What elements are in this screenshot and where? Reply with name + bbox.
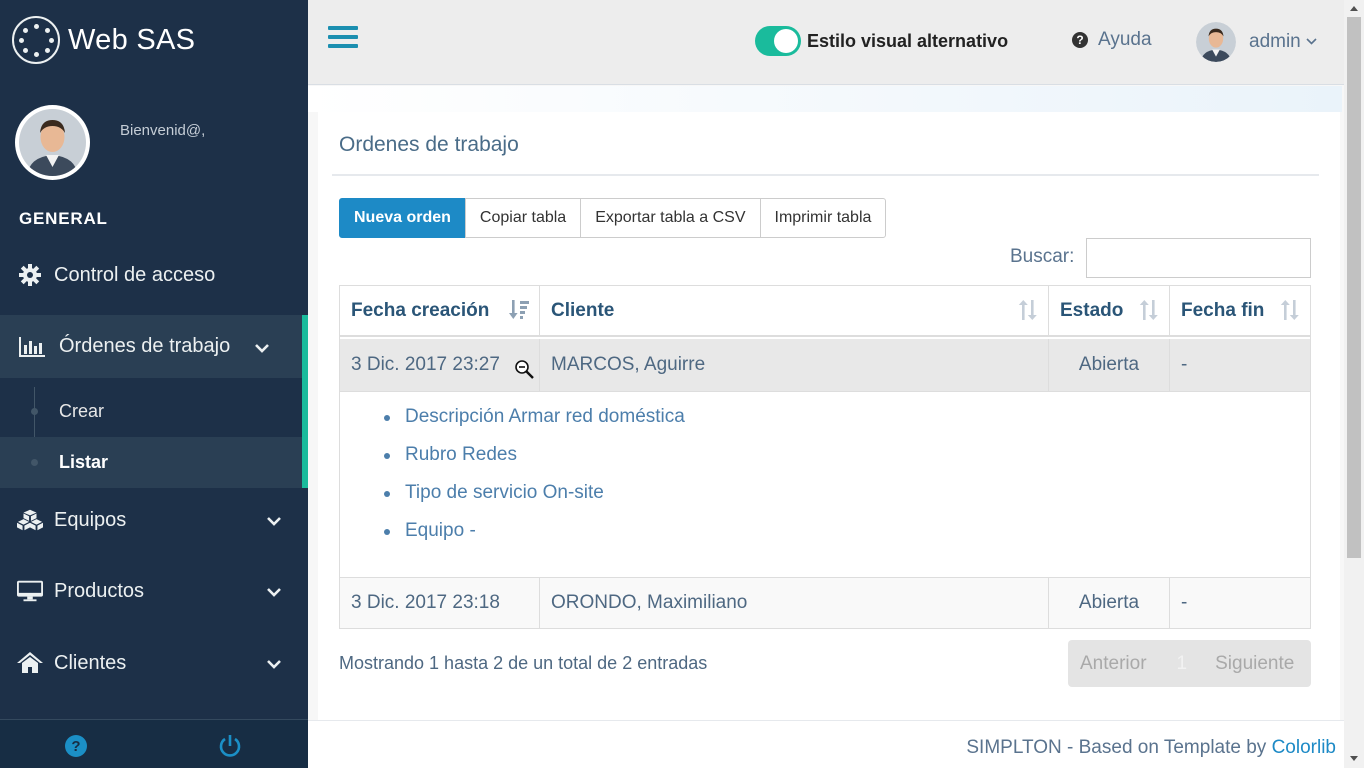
visual-style-toggle[interactable]: Estilo visual alternativo	[755, 26, 1008, 56]
desktop-icon	[17, 580, 43, 602]
page-scrollbar[interactable]	[1344, 0, 1364, 768]
user-menu[interactable]: admin	[1196, 22, 1317, 62]
cell-estado: Abierta	[1049, 339, 1170, 391]
submenu-item-label: Listar	[59, 452, 109, 472]
sidebar-item-clientes[interactable]: Clientes	[0, 642, 308, 684]
table-toolbar: Nueva orden Copiar tabla Exportar tabla …	[339, 198, 887, 238]
avatar	[1196, 22, 1236, 62]
power-icon[interactable]	[218, 734, 242, 758]
content-panel: Ordenes de trabajo Nueva orden Copiar ta…	[318, 112, 1340, 720]
header-banner	[308, 86, 1342, 112]
detail-item: Equipo -	[384, 520, 685, 558]
cell-fecha-fin: -	[1181, 592, 1188, 613]
sidebar-footer: ?	[0, 719, 308, 768]
sort-icon	[1139, 300, 1159, 326]
detail-item: Descripción Armar red doméstica	[384, 406, 685, 444]
user-name: admin	[1249, 31, 1301, 52]
toggle-switch[interactable]	[755, 26, 801, 56]
chevron-down-icon	[266, 583, 282, 606]
column-header-fecha-creacion[interactable]: Fecha creación	[340, 286, 540, 335]
sort-desc-icon	[509, 300, 529, 326]
cubes-icon	[17, 509, 43, 531]
page-footer: SIMPLTON - Based on Template by Colorlib	[308, 720, 1344, 768]
search-input[interactable]	[1086, 238, 1311, 278]
sidebar-item-ordenes-de-trabajo[interactable]: Órdenes de trabajo	[0, 315, 308, 378]
avatar	[15, 105, 90, 180]
brand[interactable]: Web SAS	[12, 16, 196, 64]
column-header-fecha-fin[interactable]: Fecha fin	[1170, 286, 1310, 335]
page-title: Ordenes de trabajo	[339, 133, 519, 156]
page-number-button[interactable]: 1	[1177, 653, 1188, 675]
export-csv-button[interactable]: Exportar tabla a CSV	[580, 198, 761, 238]
sidebar-item-label: Control de acceso	[54, 263, 216, 286]
cell-fecha-creacion: 3 Dic. 2017 23:18	[340, 578, 540, 628]
new-order-button[interactable]: Nueva orden	[339, 198, 466, 238]
scrollbar-thumb[interactable]	[1347, 17, 1361, 558]
sidebar-item-control-acceso[interactable]: Control de acceso	[0, 254, 308, 296]
help-link[interactable]: ? Ayuda	[1072, 29, 1152, 51]
detail-list: Descripción Armar red doméstica Rubro Re…	[384, 406, 685, 558]
scroll-up-icon[interactable]	[1350, 6, 1358, 11]
scroll-down-icon[interactable]	[1350, 756, 1358, 761]
submenu-item-crear[interactable]: Crear	[0, 386, 302, 437]
sidebar-item-label: Equipos	[54, 508, 127, 531]
copy-table-button[interactable]: Copiar tabla	[464, 198, 582, 238]
search-label: Buscar:	[1010, 246, 1075, 267]
cell-estado: Abierta	[1049, 578, 1170, 628]
column-header-estado[interactable]: Estado	[1049, 286, 1170, 335]
print-table-button[interactable]: Imprimir tabla	[759, 198, 887, 238]
sort-icon	[1018, 300, 1038, 326]
chevron-down-icon	[266, 512, 282, 535]
cell-fecha-fin: -	[1181, 354, 1188, 375]
bar-chart-icon	[19, 336, 45, 358]
table-info: Mostrando 1 hasta 2 de un total de 2 ent…	[339, 653, 708, 673]
detail-item: Tipo de servicio On-site	[384, 482, 685, 520]
zoom-out-icon[interactable]	[514, 359, 536, 387]
sidebar-item-equipos[interactable]: Equipos	[0, 499, 308, 541]
table-row[interactable]: 3 Dic. 2017 23:18 ORONDO, Maximiliano Ab…	[340, 578, 1310, 628]
pagination: Anterior 1 Siguiente	[1068, 640, 1311, 687]
chevron-down-icon	[266, 655, 282, 678]
chevron-down-icon	[1306, 31, 1317, 53]
help-label: Ayuda	[1098, 29, 1152, 50]
submenu-item-label: Crear	[59, 401, 105, 421]
brand-logo-icon	[12, 16, 60, 64]
previous-page-button[interactable]: Anterior	[1080, 653, 1147, 675]
section-title: GENERAL	[19, 209, 108, 228]
svg-text:?: ?	[71, 738, 80, 755]
sidebar-item-label: Clientes	[54, 651, 127, 674]
cell-cliente: ORONDO, Maximiliano	[540, 578, 1049, 628]
sidebar-item-label: Órdenes de trabajo	[59, 335, 231, 357]
footer-text: SIMPLTON - Based on Template by Colorlib	[966, 737, 1336, 758]
cell-fecha-creacion: 3 Dic. 2017 23:27	[340, 339, 540, 391]
toggle-label: Estilo visual alternativo	[807, 30, 1009, 51]
column-header-cliente[interactable]: Cliente	[540, 286, 1049, 335]
cell-cliente: MARCOS, Aguirre	[540, 339, 1049, 391]
bullet-icon	[31, 408, 38, 415]
question-icon: ?	[1072, 32, 1088, 48]
menu-toggle-icon[interactable]	[328, 26, 358, 54]
submenu-item-listar[interactable]: Listar	[0, 437, 302, 488]
row-detail: Descripción Armar red doméstica Rubro Re…	[340, 391, 1310, 578]
gear-icon	[17, 264, 43, 286]
chevron-down-icon	[254, 339, 270, 362]
colorlib-link[interactable]: Colorlib	[1272, 737, 1336, 758]
table-header: Fecha creación Cliente Estado Fecha fin	[340, 286, 1310, 337]
home-icon	[17, 652, 43, 674]
sort-icon	[1280, 300, 1300, 326]
sidebar-item-label: Productos	[54, 579, 145, 602]
top-navbar: Estilo visual alternativo ? Ayuda admin	[308, 0, 1344, 85]
help-circle-icon[interactable]: ?	[64, 734, 88, 758]
divider	[332, 174, 1319, 176]
welcome-text: Bienvenid@,	[120, 122, 206, 139]
sidebar-item-productos[interactable]: Productos	[0, 570, 308, 612]
next-page-button[interactable]: Siguiente	[1215, 653, 1294, 675]
bullet-icon	[31, 459, 38, 466]
profile-picture	[15, 105, 90, 180]
detail-item: Rubro Redes	[384, 444, 685, 482]
table-row[interactable]: 3 Dic. 2017 23:27 MARCOS, Aguirre Abiert…	[340, 339, 1310, 391]
brand-title: Web SAS	[68, 23, 196, 56]
sidebar: Web SAS Bienvenid@, GENERAL Control de a…	[0, 0, 308, 768]
orders-table: Fecha creación Cliente Estado Fecha fin	[339, 285, 1311, 629]
